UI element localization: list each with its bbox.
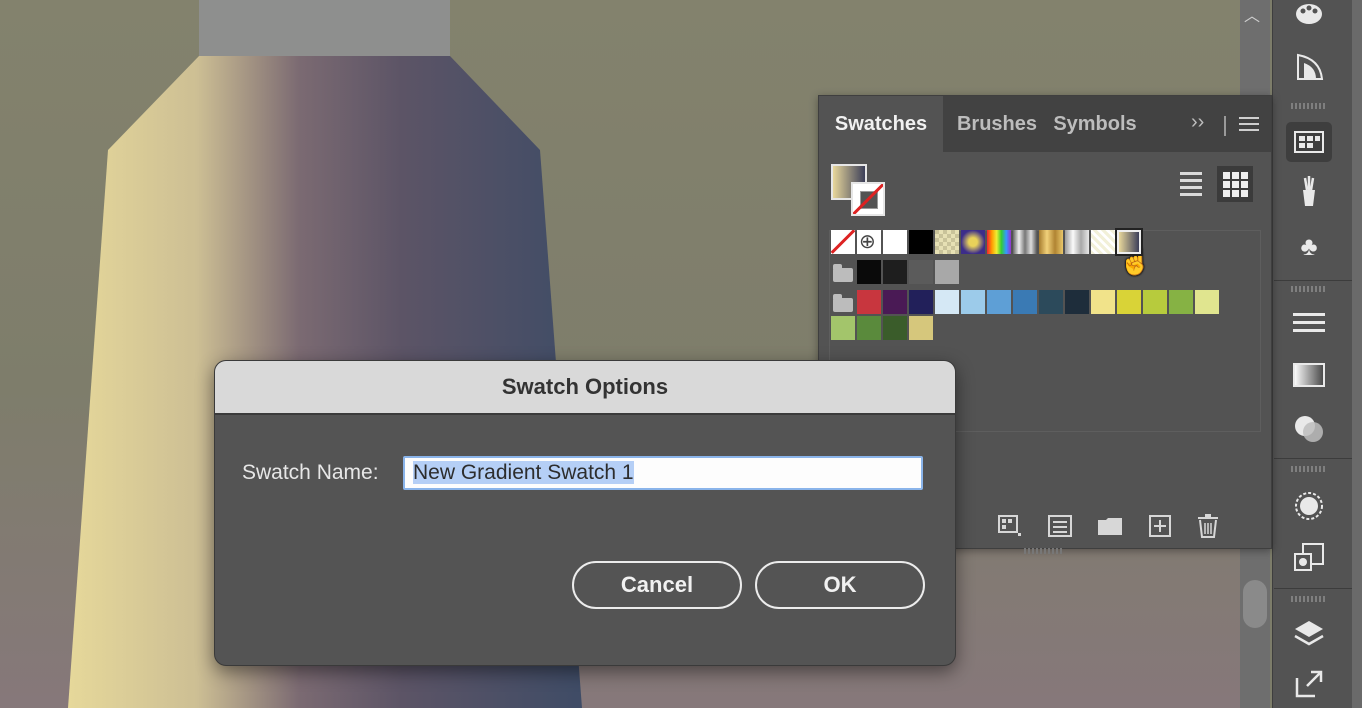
dock-grip[interactable] [1291,286,1327,292]
panel-resize-grip[interactable] [1024,548,1064,554]
scrollbar-thumb[interactable] [1243,580,1267,628]
asset-export-icon[interactable] [1286,664,1332,704]
swatch-r4-1[interactable] [857,316,881,340]
swatch-r1-9[interactable] [1065,230,1089,254]
swatch-r3-2[interactable] [909,290,933,314]
color-group-folder-icon[interactable] [833,264,853,282]
layers-icon[interactable] [1286,614,1332,654]
graphic-styles-icon[interactable] [1286,538,1332,578]
swatch-r3-13[interactable] [1195,290,1219,314]
dialog-title: Swatch Options [501,374,669,399]
fill-stroke-indicator[interactable] [831,164,889,220]
swatch-r1-0[interactable] [831,230,855,254]
new-group-icon[interactable] [1096,512,1124,540]
gradient-icon[interactable] [1286,355,1332,395]
show-kinds-icon[interactable] [1046,512,1074,540]
brushes-icon[interactable] [1286,172,1332,212]
swatch-r1-7[interactable] [1013,230,1037,254]
swatch-r4-0[interactable] [831,316,855,340]
dock-separator [1274,458,1352,459]
swatch-r3-3[interactable] [935,290,959,314]
dock-separator [1274,280,1352,281]
stroke-icon[interactable] [1286,303,1332,343]
swatch-r2-2[interactable] [909,260,933,284]
scroll-up-arrow-icon[interactable]: ︿ [1238,6,1266,28]
swatch-r3-6[interactable] [1013,290,1037,314]
transparency-icon[interactable] [1286,409,1332,449]
panel-tab-bar: Swatches Brushes Symbols ›› [819,96,1271,152]
dock-separator [1274,588,1352,589]
appearance-icon[interactable] [1286,486,1332,526]
color-palette-icon[interactable] [1286,0,1332,34]
tab-brushes[interactable]: Brushes [949,96,1045,152]
swatch-r1-5[interactable] [961,230,985,254]
swatch-name-label: Swatch Name: [242,461,379,484]
dock-grip[interactable] [1291,596,1327,602]
swatch-r4-2[interactable] [883,316,907,340]
swatch-r3-4[interactable] [961,290,985,314]
dock-grip[interactable] [1291,466,1327,472]
swatch-r3-11[interactable] [1143,290,1167,314]
color-group-folder-icon[interactable] [833,294,853,312]
swatch-r2-3[interactable] [935,260,959,284]
swatch-r1-4[interactable] [935,230,959,254]
swatch-r2-0[interactable] [857,260,881,284]
swatches-icon[interactable] [1286,122,1332,162]
dock-edge [1352,0,1362,708]
symbols-icon[interactable]: ♣ [1286,226,1332,266]
tab-symbols[interactable]: Symbols [1047,96,1143,152]
collapse-panel-icon[interactable]: ›› [1191,111,1204,134]
ok-button[interactable]: OK [755,561,925,609]
swatch-r3-9[interactable] [1091,290,1115,314]
cancel-button[interactable]: Cancel [572,561,742,609]
color-guide-icon[interactable] [1286,46,1332,86]
swatch-r1-3[interactable] [909,230,933,254]
swatch-options-dialog: Swatch Options Swatch Name: New Gradient… [214,360,956,666]
swatch-r2-1[interactable] [883,260,907,284]
swatch-r3-5[interactable] [987,290,1011,314]
dock-grip[interactable] [1291,103,1327,109]
swatch-r1-1[interactable] [857,229,881,254]
swatch-r3-8[interactable] [1065,290,1089,314]
stroke-swatch[interactable] [851,182,885,216]
swatch-r3-12[interactable] [1169,290,1193,314]
swatch-r3-1[interactable] [883,290,907,314]
new-swatch-icon[interactable] [1146,512,1174,540]
grid-view-icon[interactable] [1217,166,1253,202]
swatch-r1-6[interactable] [987,230,1011,254]
list-view-icon[interactable] [1175,168,1207,200]
panel-menu-icon[interactable] [1239,114,1259,134]
swatch-r1-8[interactable] [1039,230,1063,254]
swatch-name-input[interactable]: New Gradient Swatch 1 [403,456,923,490]
swatch-r3-7[interactable] [1039,290,1063,314]
swatch-r3-10[interactable] [1117,290,1141,314]
swatch-r1-11[interactable] [1115,228,1143,256]
swatch-r1-10[interactable] [1091,230,1115,254]
swatch-r4-3[interactable] [909,316,933,340]
swatch-library-icon[interactable] [996,512,1024,540]
dialog-titlebar[interactable]: Swatch Options [215,361,955,415]
swatch-name-value: New Gradient Swatch 1 [413,461,634,484]
tab-swatches[interactable]: Swatches [819,96,943,152]
swatch-r3-0[interactable] [857,290,881,314]
divider [1224,116,1226,136]
swatch-r1-2[interactable] [883,230,907,254]
delete-icon[interactable] [1194,512,1222,540]
